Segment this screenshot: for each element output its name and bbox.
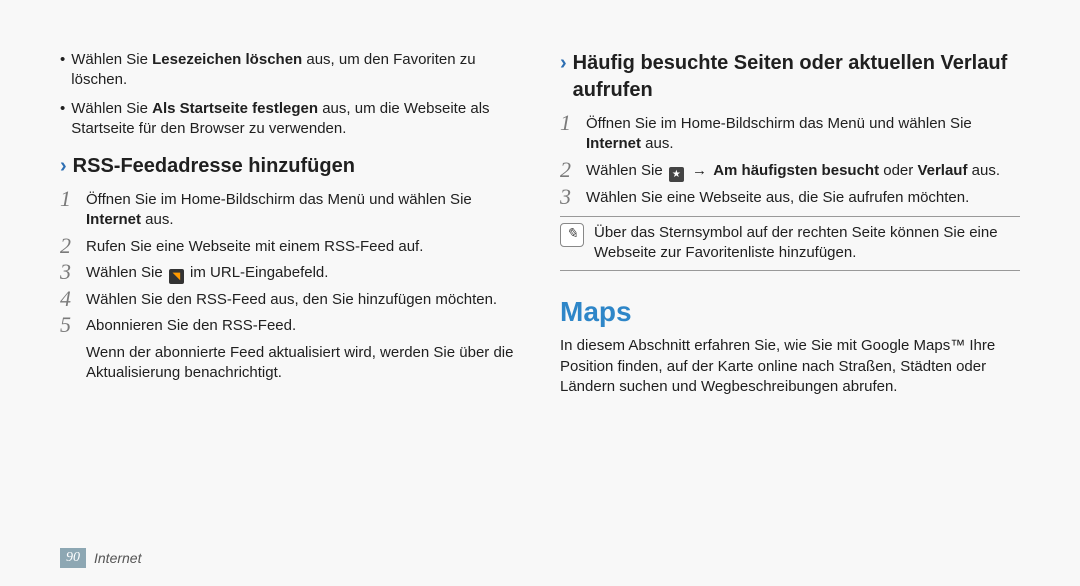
note-text: Über das Sternsymbol auf der rechten Sei… (594, 223, 1020, 264)
step-post: aus. (641, 135, 674, 152)
page-number: 90 (60, 548, 86, 568)
step: 2 Rufen Sie eine Webseite mit einem RSS-… (60, 237, 520, 257)
bookmark-icon: ★ (669, 167, 684, 182)
step-pre: Wählen Sie (586, 162, 667, 179)
subheading-history: › Häufig besuchte Seiten oder aktuellen … (560, 50, 1020, 104)
subheading-rss: › RSS-Feedadresse hinzufügen (60, 153, 520, 180)
subheading-text: RSS-Feedadresse hinzufügen (73, 153, 355, 180)
bullet-bold: Als Startseite festlegen (152, 100, 318, 117)
step-number: 5 (60, 314, 86, 336)
step-number: 2 (560, 159, 586, 182)
footer-text: Internet (94, 550, 141, 566)
rss-icon: ◥ (169, 269, 184, 284)
step-post: aus. (967, 162, 1000, 179)
step-bold: Internet (586, 135, 641, 152)
bullet-bold: Lesezeichen löschen (152, 51, 302, 68)
bullet-item: • Wählen Sie Als Startseite festlegen au… (60, 99, 520, 140)
bullet-item: • Wählen Sie Lesezeichen löschen aus, um… (60, 50, 520, 91)
bullet-pre: Wählen Sie (71, 51, 152, 68)
step-bold2: Verlauf (917, 162, 967, 179)
step-post: im URL-Eingabefeld. (186, 264, 329, 281)
step-number: 2 (60, 235, 86, 257)
step-number: 3 (60, 261, 86, 284)
step-text: Wählen Sie eine Webseite aus, die Sie au… (586, 188, 1020, 208)
step-number: 3 (560, 186, 586, 208)
footer: 90 Internet (60, 548, 141, 568)
step-text: Abonnieren Sie den RSS-Feed. (86, 316, 520, 336)
note-box: ✎ Über das Sternsymbol auf der rechten S… (560, 216, 1020, 271)
right-column: › Häufig besuchte Seiten oder aktuellen … (560, 50, 1020, 397)
step-number: 1 (60, 188, 86, 231)
arrow-text: → (688, 162, 711, 179)
left-column: • Wählen Sie Lesezeichen löschen aus, um… (60, 50, 520, 397)
step-bold: Am häufigsten besucht (713, 162, 879, 179)
step-bold: Internet (86, 211, 141, 228)
step-number: 1 (560, 112, 586, 155)
step-pre: Wählen Sie (86, 264, 167, 281)
step: 1 Öffnen Sie im Home-Bildschirm das Menü… (60, 190, 520, 231)
step-post: aus. (141, 211, 174, 228)
note-icon: ✎ (560, 223, 584, 247)
step: 1 Öffnen Sie im Home-Bildschirm das Menü… (560, 114, 1020, 155)
step-text: Rufen Sie eine Webseite mit einem RSS-Fe… (86, 237, 520, 257)
step: 2 Wählen Sie ★ → Am häufigsten besucht o… (560, 161, 1020, 182)
subheading-text: Häufig besuchte Seiten oder aktuellen Ve… (573, 50, 1020, 104)
step: 3 Wählen Sie eine Webseite aus, die Sie … (560, 188, 1020, 208)
step: 5 Abonnieren Sie den RSS-Feed. (60, 316, 520, 336)
bullet-icon: • (60, 99, 65, 140)
bullet-pre: Wählen Sie (71, 100, 152, 117)
step-pre: Öffnen Sie im Home-Bildschirm das Menü u… (86, 191, 472, 208)
chevron-icon: › (60, 153, 67, 180)
bullet-icon: • (60, 50, 65, 91)
step-mid: oder (879, 162, 917, 179)
step-number: 4 (60, 288, 86, 310)
step-pre: Öffnen Sie im Home-Bildschirm das Menü u… (586, 115, 972, 132)
chevron-icon: › (560, 50, 567, 77)
step: 4 Wählen Sie den RSS-Feed aus, den Sie h… (60, 290, 520, 310)
step: 3 Wählen Sie ◥ im URL-Eingabefeld. (60, 263, 520, 284)
tail-text: Wenn der abonnierte Feed aktualisiert wi… (86, 343, 520, 384)
step-text: Wählen Sie den RSS-Feed aus, den Sie hin… (86, 290, 520, 310)
maps-intro: In diesem Abschnitt erfahren Sie, wie Si… (560, 336, 1020, 397)
heading-maps: Maps (560, 293, 1020, 331)
